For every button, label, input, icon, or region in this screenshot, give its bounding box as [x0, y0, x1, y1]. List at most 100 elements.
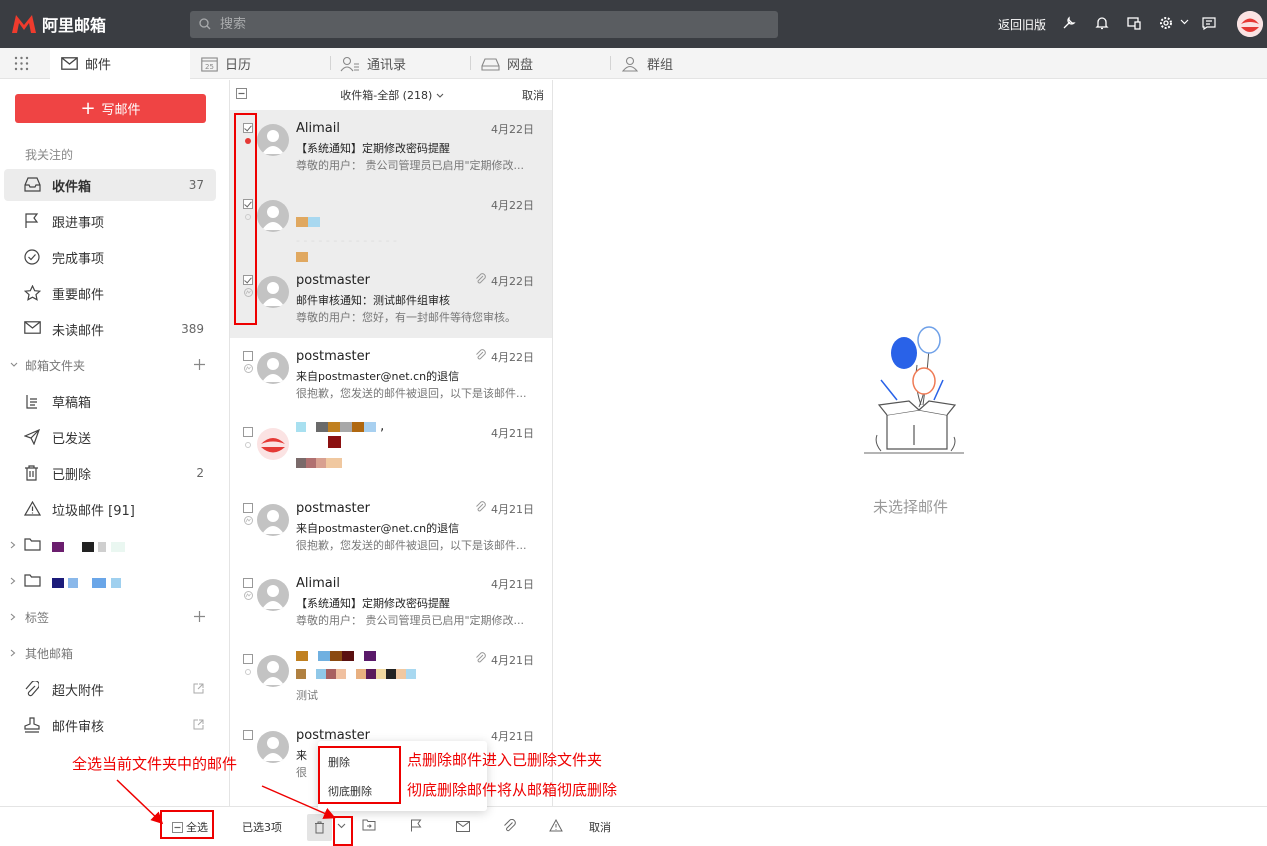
add-folder-icon[interactable]	[193, 358, 206, 371]
annotation-select-all-note: 全选当前文件夹中的邮件	[72, 755, 238, 773]
mail-date: 4月21日	[491, 578, 534, 591]
sidebar-item-custom-folder[interactable]	[4, 529, 216, 561]
mail-item[interactable]: postmaster 4月21日 来自postmaster@net.cn的退信 …	[230, 490, 552, 566]
mail-checkbox[interactable]	[243, 654, 253, 664]
mail-item[interactable]: 4月21日 测试	[230, 641, 552, 717]
sidebar-item-spam[interactable]: 垃圾邮件 [91]	[4, 493, 216, 525]
tab-label: 邮件	[85, 58, 112, 73]
search-box[interactable]	[190, 11, 778, 38]
mail-sender: Alimail	[296, 121, 340, 136]
mail-date: 4月21日	[491, 654, 534, 667]
mail-item[interactable]: Alimail 4月21日 【系统通知】定期修改密码提醒 尊敬的用户： 贵公司管…	[230, 565, 552, 641]
chevron-down-icon	[10, 362, 18, 367]
compose-button[interactable]: + 写邮件	[15, 94, 206, 123]
sidebar-item-sent[interactable]: 已发送	[4, 421, 216, 453]
empty-box-balloons-icon	[864, 326, 964, 454]
sidebar-item-custom-folder[interactable]	[4, 565, 216, 597]
flag-icon[interactable]	[410, 819, 422, 832]
sidebar-item-done[interactable]: 完成事项	[4, 241, 216, 273]
sidebar-item-unread[interactable]: 未读邮件 389	[4, 313, 216, 345]
sidebar-item-mail-review[interactable]: 邮件审核	[4, 709, 216, 741]
feedback-icon[interactable]	[1201, 15, 1217, 31]
delete-button[interactable]	[307, 814, 332, 841]
sender-avatar	[257, 124, 289, 156]
external-link-icon	[193, 719, 204, 730]
stamp-icon	[24, 717, 40, 733]
mail-checkbox[interactable]	[243, 503, 253, 513]
other-mailbox-header[interactable]: 其他邮箱	[0, 641, 228, 665]
sender-avatar	[257, 200, 289, 232]
mail-item[interactable]: , 4月21日	[230, 414, 552, 490]
empty-state-text: 未选择邮件	[872, 498, 948, 516]
external-link-icon	[193, 683, 204, 694]
cancel-selection-link[interactable]: 取消	[522, 87, 544, 103]
mail-checkbox[interactable]	[243, 427, 253, 437]
mail-item[interactable]: Alimail 4月22日 【系统通知】定期修改密码提醒 尊敬的用户： 贵公司管…	[230, 110, 552, 186]
settings-icon[interactable]	[1158, 15, 1174, 31]
tags-header[interactable]: 标签	[0, 605, 228, 629]
brand-logo[interactable]: 阿里邮箱	[10, 12, 106, 36]
redacted-sender: ,	[296, 419, 384, 434]
mail-date: 4月22日	[491, 123, 534, 136]
inbox-icon	[24, 177, 41, 192]
cancel-button[interactable]: 取消	[589, 819, 611, 835]
redacted-preview	[296, 456, 526, 469]
tab-group[interactable]: 群组	[621, 48, 673, 79]
tab-drive[interactable]: 网盘	[481, 48, 533, 79]
sidebar-item-label: 已发送	[52, 431, 92, 447]
search-input[interactable]	[220, 11, 760, 38]
mail-checkbox[interactable]	[243, 351, 253, 361]
report-spam-icon[interactable]	[549, 819, 563, 832]
tab-mail[interactable]: 邮件	[50, 48, 190, 79]
sender-avatar	[257, 731, 289, 763]
brand-name: 阿里邮箱	[42, 16, 107, 35]
mail-checkbox[interactable]	[243, 730, 253, 740]
bell-icon[interactable]	[1094, 15, 1110, 31]
user-avatar[interactable]	[1237, 11, 1263, 37]
folder-filter-label: 收件箱-全部 (218)	[340, 89, 433, 102]
read-dot[interactable]	[245, 442, 251, 448]
tools-icon[interactable]	[1061, 15, 1077, 31]
mail-item[interactable]: postmaster 4月22日 邮件审核通知：测试邮件组审核 尊敬的用户：您好…	[230, 262, 552, 338]
sidebar-item-important[interactable]: 重要邮件	[4, 277, 216, 309]
sidebar-item-large-attachment[interactable]: 超大附件	[4, 673, 216, 705]
mail-subject: 邮件审核通知：测试邮件组审核	[296, 294, 450, 307]
chevron-right-icon	[10, 613, 16, 621]
mark-read-icon[interactable]	[456, 821, 470, 832]
move-folder-icon[interactable]	[362, 819, 376, 831]
top-bar: 阿里邮箱 返回旧版	[0, 0, 1267, 48]
paperclip-icon[interactable]	[503, 819, 516, 832]
sidebar-item-inbox[interactable]: 收件箱 37	[4, 169, 216, 201]
return-old-version-link[interactable]: 返回旧版	[998, 16, 1046, 33]
sidebar-item-followup[interactable]: 跟进事项	[4, 205, 216, 237]
devices-icon[interactable]	[1126, 15, 1142, 31]
chevron-right-icon	[10, 577, 16, 585]
mail-date: 4月21日	[491, 730, 534, 743]
trash-icon	[25, 465, 38, 481]
sidebar: + 写邮件 我关注的 收件箱 37 跟进事项 完成事项 重要邮件 未读邮件 38…	[0, 80, 228, 806]
mail-checkbox[interactable]	[243, 578, 253, 588]
star-icon	[24, 285, 41, 301]
tab-calendar[interactable]: 25 日历	[201, 48, 251, 79]
unread-count: 389	[181, 322, 204, 336]
read-dot[interactable]	[245, 669, 251, 675]
list-header: 收件箱-全部 (218) 取消	[230, 80, 552, 108]
mail-subject: 【系统通知】定期修改密码提醒	[296, 142, 450, 155]
send-icon	[24, 429, 40, 445]
attachment-icon	[476, 652, 486, 663]
redacted-label	[52, 575, 121, 590]
sidebar-item-drafts[interactable]: 草稿箱	[4, 385, 216, 417]
mail-item[interactable]: postmaster 4月22日 来自postmaster@net.cn的退信 …	[230, 338, 552, 414]
add-tag-icon[interactable]	[193, 610, 206, 623]
other-mailbox-label: 其他邮箱	[25, 646, 74, 661]
attachment-icon	[476, 501, 486, 512]
mail-item[interactable]: 4月22日 ‐ ‐ ‐ ‐ ‐ ‐ ‐ ‐ ‐ ‐ ‐ ‐ ‐ ‐	[230, 186, 552, 262]
sidebar-item-trash[interactable]: 已删除 2	[4, 457, 216, 489]
folders-header[interactable]: 邮箱文件夹	[0, 353, 228, 377]
mail-subject: 来	[296, 749, 307, 762]
app-grid-icon[interactable]	[14, 56, 29, 71]
tab-contacts[interactable]: 通讯录	[340, 48, 406, 79]
review-status-icon	[244, 516, 253, 525]
folder-filter-dropdown[interactable]: 收件箱-全部 (218)	[230, 87, 552, 103]
chevron-down-icon[interactable]	[1180, 19, 1189, 25]
